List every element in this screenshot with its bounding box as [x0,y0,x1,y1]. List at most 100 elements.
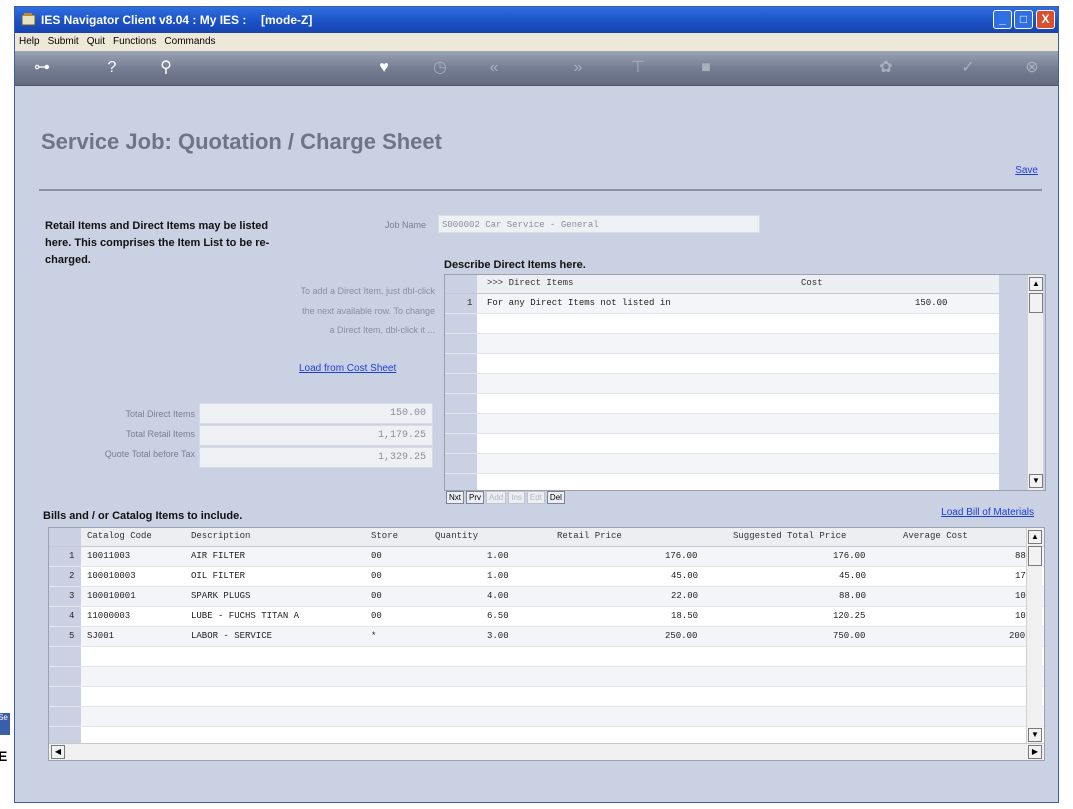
scroll-up-icon[interactable]: ▲ [1028,530,1042,544]
table-row[interactable] [445,374,1045,394]
items-grid[interactable]: Catalog Code Description Store Quantity … [48,527,1045,761]
header-catalog-code: Catalog Code [87,531,152,541]
table-row[interactable] [445,314,1045,334]
forward-icon[interactable]: » [565,57,591,79]
scroll-down-icon[interactable]: ▼ [1029,474,1043,488]
close-window-button[interactable]: X [1036,10,1055,29]
table-row[interactable]: 2 100010003 OIL FILTER 00 1.00 45.00 45.… [49,567,1044,587]
retail-price: 45.00 [671,571,699,581]
maximize-button[interactable]: □ [1014,10,1033,29]
toolbar: ⊶ ? ⚲ ♥ ◷ « » ⊤ ■ ✿ ✓ ⊗ [15,51,1058,86]
table-row[interactable] [445,394,1045,414]
edit-button[interactable]: Edt [526,491,545,504]
table-row[interactable]: 4 11000003 LUBE - FUCHS TITAN A 00 6.50 … [49,607,1044,627]
row-number: 1 [69,551,75,561]
clock-icon[interactable]: ◷ [427,57,453,79]
load-bom-link[interactable]: Load Bill of Materials [941,507,1034,518]
quote-total-label: Quote Total before Tax [104,449,195,459]
row-number-cell [49,667,81,686]
store: 00 [371,591,382,601]
bills-heading: Bills and / or Catalog Items to include. [43,510,243,522]
minimize-button[interactable]: _ [993,10,1012,29]
row-number-column [49,528,81,546]
table-row[interactable] [49,707,1044,727]
hint-line-3: a Direct Item, dbl-click it ... [329,325,435,335]
row-number: 3 [69,591,75,601]
table-row[interactable]: 1 For any Direct Items not listed in 150… [445,294,1045,314]
scroll-left-icon[interactable]: ◀ [51,745,65,759]
suggested-total: 176.00 [833,551,866,561]
retail-price: 250.00 [665,631,698,641]
delete-button[interactable]: Del [546,491,565,504]
scroll-down-icon[interactable]: ▼ [1028,728,1042,742]
scroll-up-icon[interactable]: ▲ [1029,277,1043,291]
totals-panel: 150.00 1,179.25 1,329.25 [199,403,433,469]
menu-commands[interactable]: Commands [160,33,219,47]
table-row[interactable] [49,667,1044,687]
quantity: 1.00 [487,551,509,561]
row-number-column [445,275,477,293]
retail-price: 176.00 [665,551,698,561]
retail-price: 22.00 [671,591,699,601]
tree-icon[interactable]: ⊤ [625,57,651,79]
header-average-cost: Average Cost [903,531,968,541]
page-title: Service Job: Quotation / Charge Sheet [41,129,442,154]
search-icon[interactable]: ⚲ [153,57,179,79]
menu-help[interactable]: Help [15,33,44,47]
hint-line-2: the next available row. To change [302,306,435,316]
row-number: 4 [69,611,75,621]
items-grid-header: Catalog Code Description Store Quantity … [49,528,1044,547]
save-link[interactable]: Save [1015,165,1038,176]
side-tab[interactable]: Se [0,713,10,735]
row-number-cell [445,414,477,433]
heart-icon[interactable]: ♥ [371,57,397,79]
check-icon[interactable]: ✓ [955,57,981,79]
scroll-thumb[interactable] [1029,293,1043,313]
row-number-cell [445,314,477,333]
help-icon[interactable]: ? [99,57,125,79]
table-row[interactable] [445,474,1045,490]
scroll-thumb[interactable] [1028,546,1042,566]
table-row[interactable] [49,647,1044,667]
menu-submit[interactable]: Submit [44,33,83,47]
insert-button[interactable]: Ins [508,491,525,504]
table-row[interactable]: 3 100010001 SPARK PLUGS 00 4.00 22.00 88… [49,587,1044,607]
quantity: 4.00 [487,591,509,601]
scroll-right-icon[interactable]: ▶ [1028,745,1042,759]
header-cost: Cost [801,278,823,288]
description: LUBE - FUCHS TITAN A [191,611,300,621]
close-icon[interactable]: ⊗ [1019,57,1045,79]
key-icon[interactable]: ⊶ [29,57,55,79]
table-row[interactable]: 1 10011003 AIR FILTER 00 1.00 176.00 176… [49,547,1044,567]
rewind-icon[interactable]: « [481,57,507,79]
quantity: 1.00 [487,571,509,581]
table-row[interactable]: 5 SJ001 LABOR - SERVICE * 3.00 250.00 75… [49,627,1044,647]
horizontal-scrollbar[interactable]: ◀ ▶ [49,743,1044,760]
average-cost: 200 [1009,631,1026,641]
menu-functions[interactable]: Functions [109,33,160,47]
prev-button[interactable]: Prv [466,491,484,504]
table-row[interactable] [445,334,1045,354]
job-name-field[interactable]: S000002 Car Service - General [438,215,760,233]
catalog-code: SJ001 [87,631,115,641]
menu-quit[interactable]: Quit [83,33,109,47]
next-button[interactable]: Nxt [446,491,464,504]
gear-icon[interactable]: ✿ [873,57,899,79]
stop-icon[interactable]: ■ [693,57,719,79]
suggested-total: 45.00 [839,571,867,581]
total-retail-label: Total Retail Items [125,429,195,439]
total-direct-label: Total Direct Items [125,409,195,419]
description: LABOR - SERVICE [191,631,273,641]
load-cost-sheet-link[interactable]: Load from Cost Sheet [299,363,396,374]
direct-items-grid[interactable]: >>> Direct Items Cost 1 For any Direct I… [444,274,1046,491]
side-letter: E [0,748,8,764]
intro-text: Retail Items and Direct Items may be lis… [45,220,270,266]
add-button[interactable]: Add [486,491,507,504]
table-row[interactable] [445,414,1045,434]
table-row[interactable] [445,354,1045,374]
table-row[interactable] [445,434,1045,454]
catalog-code: 100010003 [87,571,136,581]
direct-item-cost: 150.00 [915,298,948,308]
table-row[interactable] [49,687,1044,707]
table-row[interactable] [445,454,1045,474]
